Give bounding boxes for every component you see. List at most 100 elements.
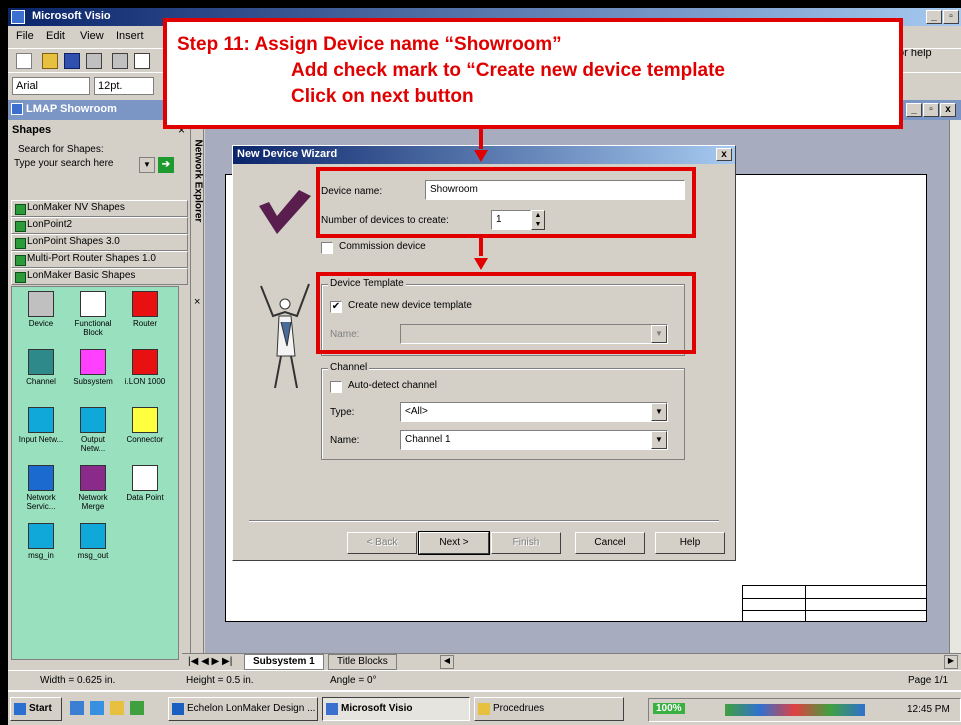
visio-app-icon xyxy=(11,10,25,24)
help-button[interactable]: Help xyxy=(655,532,725,554)
menu-edit[interactable]: Edit xyxy=(46,30,65,42)
shape-channel[interactable]: Channel xyxy=(16,349,66,386)
stencil-multiport-router[interactable]: Multi-Port Router Shapes 1.0 xyxy=(11,251,188,268)
shape-output-netw[interactable]: Output Netw... xyxy=(68,407,118,453)
channel-dropdown-icon[interactable]: ▼ xyxy=(651,431,667,449)
commission-label: Commission device xyxy=(339,241,426,252)
status-angle: Angle = 0° xyxy=(330,675,377,686)
print-preview-icon[interactable] xyxy=(112,53,128,69)
next-button[interactable]: Next > xyxy=(418,531,490,555)
shape-label: Data Point xyxy=(126,493,164,502)
zoom-level-badge: 100% xyxy=(653,703,685,714)
shapes-panel-title: Shapes xyxy=(12,124,52,136)
tab-title-blocks[interactable]: Title Blocks xyxy=(328,654,397,670)
save-icon[interactable] xyxy=(64,53,80,69)
channel-group: Channel Auto-detect channel Type: <All> … xyxy=(321,362,685,460)
menu-view[interactable]: View xyxy=(80,30,104,42)
auto-detect-label: Auto-detect channel xyxy=(348,380,437,391)
taskbar-visio[interactable]: Microsoft Visio xyxy=(322,697,470,721)
status-height: Height = 0.5 in. xyxy=(186,675,254,686)
minimize-icon[interactable]: _ xyxy=(926,10,942,24)
font-select[interactable]: Arial xyxy=(12,77,90,95)
network-explorer-label: Network Explorer xyxy=(192,139,204,223)
shape-msg-in[interactable]: msg_in xyxy=(16,523,66,560)
channel-type-select[interactable]: <All> ▼ xyxy=(400,402,668,422)
shape-subsystem[interactable]: Subsystem xyxy=(68,349,118,386)
taskbar-lonmaker[interactable]: Echelon LonMaker Design ... xyxy=(168,697,318,721)
doc-close-icon[interactable]: x xyxy=(940,103,956,117)
channel-group-label: Channel xyxy=(328,362,370,373)
doc-restore-icon[interactable]: ▫ xyxy=(923,103,939,117)
channel-name-select[interactable]: Channel 1 ▼ xyxy=(400,430,668,450)
menu-insert[interactable]: Insert xyxy=(116,30,144,42)
stencil-lonpoint2[interactable]: LonPoint2 xyxy=(11,217,188,234)
spelling-icon[interactable] xyxy=(134,53,150,69)
shape-router[interactable]: Router xyxy=(120,291,170,328)
shape-device[interactable]: Device xyxy=(16,291,66,328)
shape-connector[interactable]: Connector xyxy=(120,407,170,444)
finish-button[interactable]: Finish xyxy=(491,532,561,554)
explorer-icon[interactable] xyxy=(110,701,124,715)
type-dropdown-icon[interactable]: ▼ xyxy=(651,403,667,421)
document-title: LMAP Showroom xyxy=(26,103,117,115)
network-explorer-strip[interactable]: Network Explorer × xyxy=(192,120,204,665)
back-button[interactable]: < Back xyxy=(347,532,417,554)
auto-detect-checkbox[interactable] xyxy=(330,381,342,393)
restore-icon[interactable]: ▫ xyxy=(943,10,959,24)
windows-taskbar: Start Echelon LonMaker Design ... Micros… xyxy=(8,690,961,725)
shape-thumbnail-icon xyxy=(28,407,54,433)
taskbar-procedrues[interactable]: Procedrues xyxy=(474,697,624,721)
search-go-icon[interactable]: ➔ xyxy=(158,157,174,173)
shape-network-servic[interactable]: Network Servic... xyxy=(16,465,66,511)
shape-msg-out[interactable]: msg_out xyxy=(68,523,118,560)
shape-i-lon-1000[interactable]: i.LON 1000 xyxy=(120,349,170,386)
instruction-callout: Step 11: Assign Device name “Showroom” A… xyxy=(163,18,903,129)
search-dropdown-icon[interactable]: ▼ xyxy=(139,157,155,173)
browser-icon[interactable] xyxy=(90,701,104,715)
shape-data-point[interactable]: Data Point xyxy=(120,465,170,502)
stencil-lonmaker-basic[interactable]: LonMaker Basic Shapes xyxy=(11,268,188,285)
instruction-line-2: Add check mark to “Create new device tem… xyxy=(291,60,725,81)
stencil-lonpoint-3[interactable]: LonPoint Shapes 3.0 xyxy=(11,234,188,251)
shape-label: Network Servic... xyxy=(26,493,56,511)
shape-functional-block[interactable]: Functional Block xyxy=(68,291,118,337)
new-icon[interactable] xyxy=(16,53,32,69)
shape-label: Channel xyxy=(26,377,56,386)
open-icon[interactable] xyxy=(42,53,58,69)
device-template-highlight xyxy=(316,272,696,354)
vertical-scrollbar[interactable] xyxy=(949,120,961,665)
stencil-shapes-area: Device Functional Block Router Channel Subsy… xyxy=(11,286,179,660)
print-icon[interactable] xyxy=(86,53,102,69)
shape-network-merge[interactable]: Network Merge xyxy=(68,465,118,511)
dialog-title: New Device Wizard xyxy=(237,148,338,160)
menu-file[interactable]: File xyxy=(16,30,34,42)
shape-thumbnail-icon xyxy=(28,523,54,549)
tray-icons[interactable] xyxy=(725,704,865,716)
quicklaunch-icon[interactable] xyxy=(130,701,144,715)
hscroll-left-icon[interactable]: ◀ xyxy=(440,655,454,669)
doc-minimize-icon[interactable]: _ xyxy=(906,103,922,117)
start-button[interactable]: Start xyxy=(10,697,62,721)
annotation-arrow-1-head xyxy=(474,150,488,162)
device-logo-icon xyxy=(259,190,311,234)
shape-thumbnail-icon xyxy=(80,349,106,375)
hscroll-right-icon[interactable]: ▶ xyxy=(944,655,958,669)
network-explorer-close-icon[interactable]: × xyxy=(194,296,200,308)
show-desktop-icon[interactable] xyxy=(70,701,84,715)
system-tray: 100% 12:45 PM xyxy=(648,698,961,722)
cancel-button[interactable]: Cancel xyxy=(575,532,645,554)
clock: 12:45 PM xyxy=(907,704,950,715)
tab-subsystem-1[interactable]: Subsystem 1 xyxy=(244,654,324,670)
shape-label: msg_in xyxy=(28,551,54,560)
stencil-lonmaker-nv[interactable]: LonMaker NV Shapes xyxy=(11,200,188,217)
search-shapes-input[interactable]: Type your search here xyxy=(14,158,134,169)
channel-type-label: Type: xyxy=(330,407,355,418)
commission-checkbox[interactable] xyxy=(321,242,333,254)
font-size-select[interactable]: 12pt. xyxy=(94,77,154,95)
shape-thumbnail-icon xyxy=(28,349,54,375)
search-shapes-label: Search for Shapes: xyxy=(18,144,104,155)
dialog-close-icon[interactable]: x xyxy=(716,148,732,161)
shape-input-netw[interactable]: Input Netw... xyxy=(16,407,66,444)
tab-nav-icons[interactable]: |◀ ◀ ▶ ▶| xyxy=(188,656,232,667)
shape-label: Functional Block xyxy=(74,319,112,337)
